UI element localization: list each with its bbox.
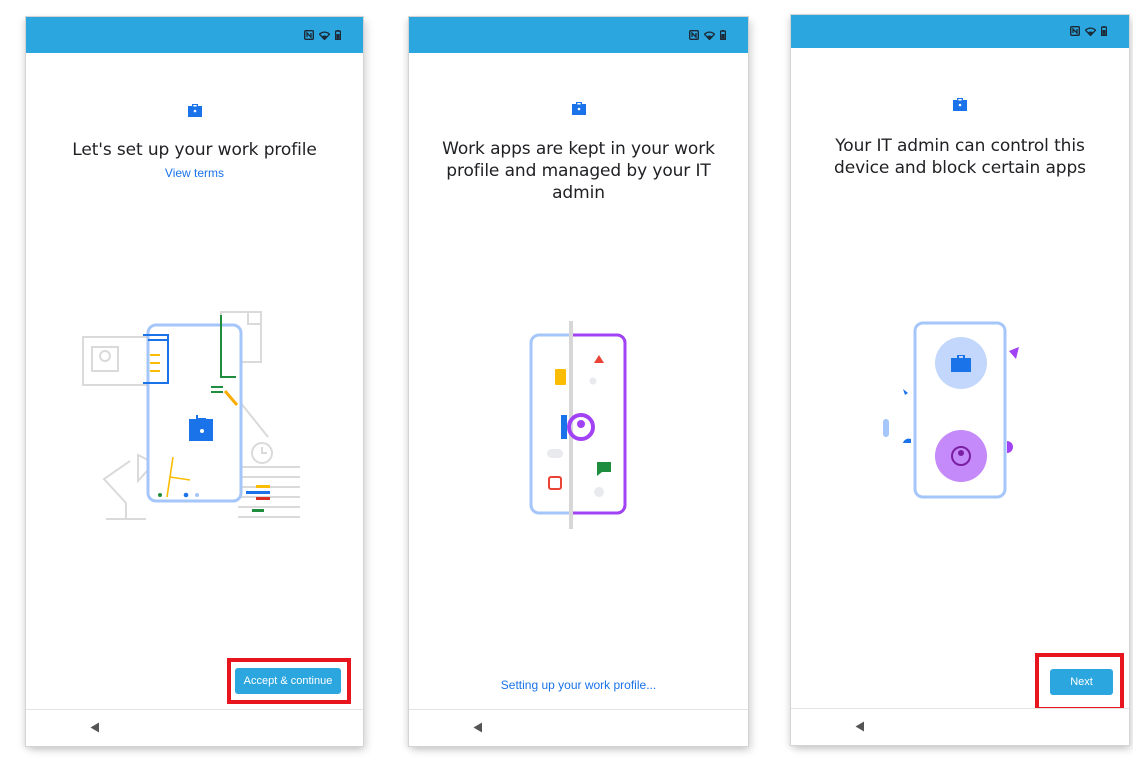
highlight-box bbox=[227, 658, 351, 704]
wifi-icon bbox=[1085, 26, 1096, 36]
view-terms-link[interactable]: View terms bbox=[26, 166, 363, 180]
status-bar bbox=[791, 15, 1129, 48]
work-profile-illustration bbox=[82, 311, 300, 520]
wifi-icon bbox=[704, 30, 715, 40]
briefcase-icon bbox=[571, 102, 586, 115]
battery-icon bbox=[1101, 26, 1107, 36]
briefcase-icon bbox=[953, 98, 967, 111]
page-title: Work apps are kept in your work profile … bbox=[442, 139, 715, 203]
back-icon[interactable] bbox=[855, 721, 865, 732]
setup-screen-terms: Let's set up your work profile View term… bbox=[26, 17, 363, 746]
setup-progress-text: Setting up your work profile... bbox=[500, 678, 657, 692]
wifi-icon bbox=[319, 30, 330, 40]
battery-icon bbox=[335, 30, 341, 40]
back-icon[interactable] bbox=[90, 722, 100, 733]
nfc-icon bbox=[1070, 26, 1080, 36]
setup-screen-admin: Your IT admin can control this device an… bbox=[791, 15, 1129, 745]
navigation-bar bbox=[409, 709, 748, 746]
setup-screen-info: Work apps are kept in your work profile … bbox=[409, 17, 748, 746]
navigation-bar bbox=[791, 708, 1129, 745]
status-bar bbox=[409, 17, 748, 53]
page-title: Let's set up your work profile bbox=[72, 140, 317, 160]
briefcase-icon bbox=[187, 104, 202, 117]
navigation-bar bbox=[26, 709, 363, 746]
highlight-box bbox=[1035, 653, 1124, 711]
battery-icon bbox=[720, 30, 726, 40]
admin-control-illustration bbox=[883, 321, 1019, 499]
nfc-icon bbox=[689, 30, 699, 40]
work-personal-split-illustration bbox=[529, 321, 627, 529]
status-bar bbox=[26, 17, 363, 53]
page-title: Your IT admin can control this device an… bbox=[834, 136, 1086, 178]
back-icon[interactable] bbox=[473, 722, 483, 733]
nfc-icon bbox=[304, 30, 314, 40]
